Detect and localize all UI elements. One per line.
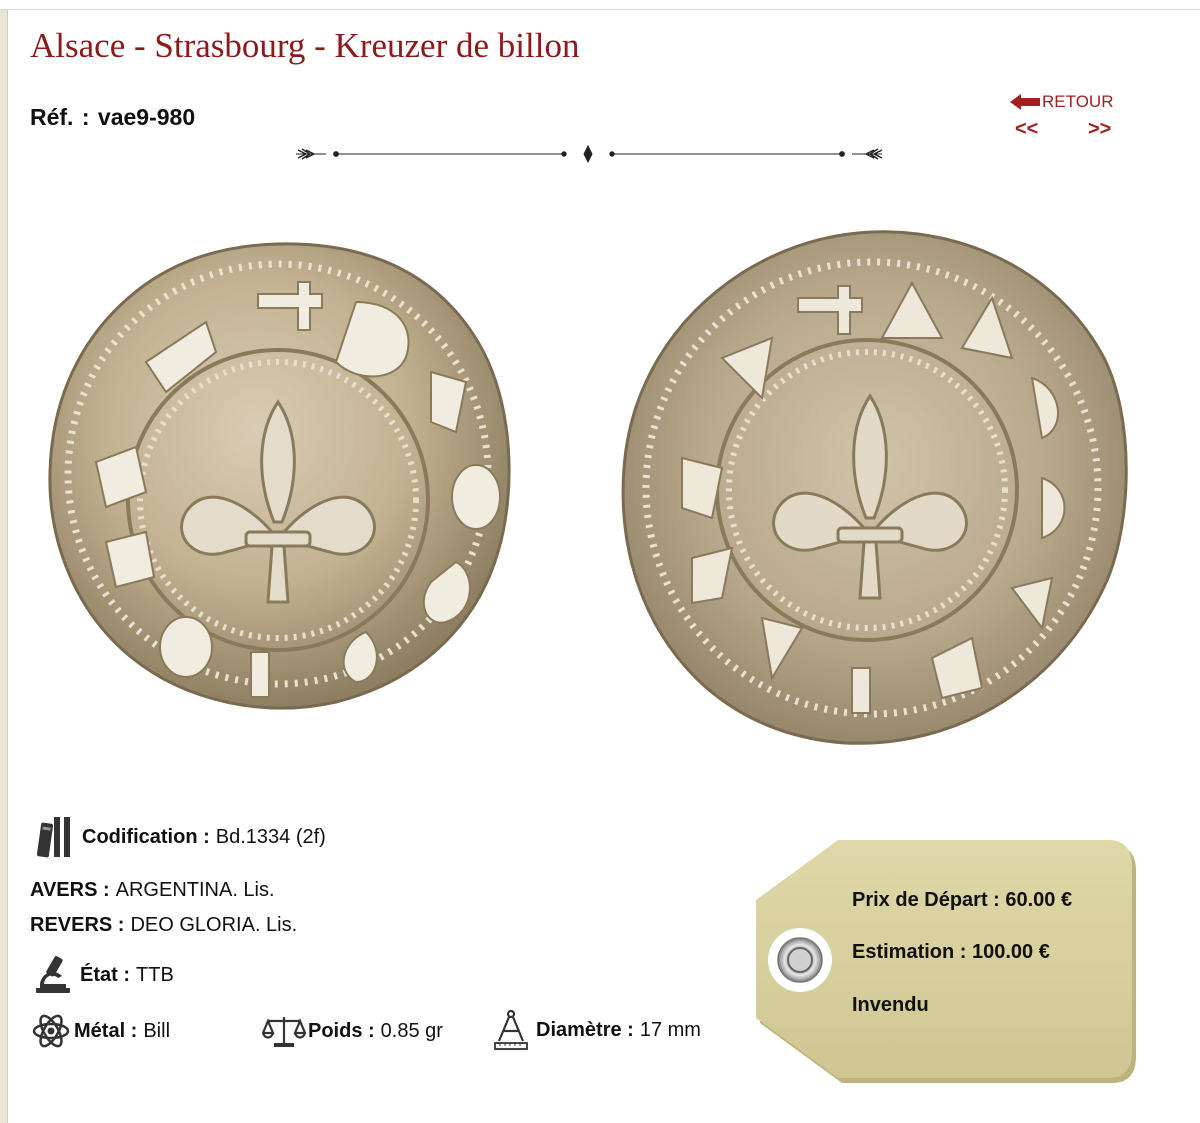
avers-colon: : [97, 879, 110, 901]
page-title: Alsace - Strasbourg - Kreuzer de billon [30, 26, 580, 65]
arrow-left-icon [1010, 94, 1040, 110]
poids-row: Poids : 0.85 gr [262, 1013, 443, 1049]
etat-colon: : [117, 963, 131, 986]
coin-obverse-image [48, 242, 511, 710]
poids-value: 0.85 gr [380, 1019, 443, 1042]
avers-label: AVERS [30, 879, 98, 901]
microscope-icon [36, 956, 70, 993]
navigation: RETOUR << >> [1008, 92, 1128, 147]
diametre-row: Diamètre : 17 mm [494, 1009, 701, 1051]
etat-row: État : TTB [34, 954, 174, 996]
previous-button[interactable]: << [1015, 118, 1038, 141]
books-icon [36, 817, 70, 858]
codification-label: Codification [82, 825, 198, 848]
ref-value: vae9-980 [97, 104, 196, 130]
reference: Réf. : vae9-980 [30, 104, 195, 131]
compass-icon [494, 1009, 528, 1050]
ref-label: Réf. [30, 104, 74, 130]
revers-label: REVERS [30, 914, 113, 936]
revers-colon: : [112, 914, 125, 936]
back-label: RETOUR [1042, 92, 1114, 111]
starting-price: Prix de Départ : 60.00 € [852, 889, 1073, 911]
ref-separator: : [75, 104, 96, 130]
metal-colon: : [125, 1019, 138, 1042]
scale-icon [262, 1017, 306, 1047]
codification-colon: : [197, 825, 210, 848]
revers-value: DEO GLORIA. Lis. [130, 914, 298, 936]
metal-label: Métal [74, 1019, 126, 1042]
diametre-label: Diamètre [536, 1018, 622, 1041]
codification-row: Codification : Bd.1334 (2f) [36, 815, 326, 859]
metal-value: Bill [143, 1019, 171, 1042]
coin-reverse-image [621, 230, 1128, 745]
avers-row: AVERS : ARGENTINA. Lis. [30, 879, 275, 902]
codification-value: Bd.1334 (2f) [215, 825, 326, 848]
etat-label: État [80, 963, 118, 986]
atom-icon [32, 1014, 70, 1048]
etat-value: TTB [136, 963, 174, 986]
diametre-value: 17 mm [639, 1018, 701, 1041]
estimation: Estimation : 100.00 € [852, 941, 1050, 963]
next-button[interactable]: >> [1088, 118, 1111, 141]
revers-row: REVERS : DEO GLORIA. Lis. [30, 914, 297, 937]
price-tag: Prix de Départ : 60.00 € Estimation : 10… [752, 836, 1152, 1086]
poids-colon: : [362, 1019, 375, 1042]
back-link[interactable]: RETOUR [1010, 92, 1113, 112]
poids-label: Poids [308, 1019, 363, 1042]
left-border [0, 10, 8, 1123]
metal-row: Métal : Bill [32, 1013, 170, 1049]
sale-status: Invendu [852, 994, 929, 1016]
ornament-divider [296, 144, 883, 164]
avers-value: ARGENTINA. Lis. [115, 879, 275, 901]
top-border [0, 9, 1200, 10]
diametre-colon: : [621, 1018, 634, 1041]
